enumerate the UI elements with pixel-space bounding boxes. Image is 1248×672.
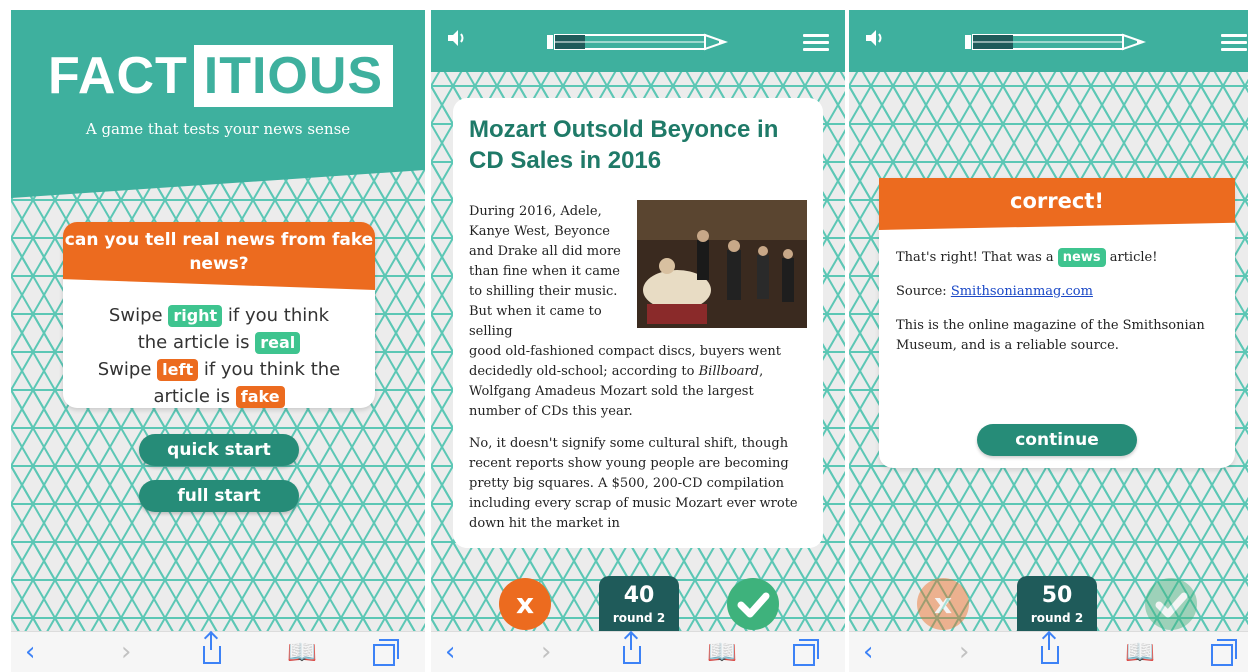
instructions-banner: can you tell real news from fake news?	[63, 222, 375, 290]
article-screen: Mozart Outsold Beyonce in CD Sales in 20…	[431, 10, 845, 672]
browser-toolbar: ‹ › 📖	[849, 631, 1248, 672]
article-is-text: article is	[153, 386, 230, 407]
fake-tag: fake	[235, 386, 285, 408]
bookmarks-icon[interactable]: 📖	[287, 638, 317, 666]
game-topbar	[431, 10, 845, 72]
hamburger-menu-icon[interactable]	[803, 34, 829, 52]
pencil-progress-icon	[547, 33, 729, 51]
source-label: Source:	[896, 284, 947, 299]
logo-text-itious: ITIOUS	[193, 45, 394, 107]
share-icon[interactable]	[203, 634, 221, 664]
instructions-text: Swipe right if you think the article is …	[63, 302, 375, 410]
chevron-left-icon[interactable]: ‹	[445, 638, 455, 666]
chevron-right-icon[interactable]: ›	[541, 638, 551, 666]
result-body: That's right! That was a news article! S…	[896, 248, 1220, 370]
source-description: This is the online magazine of the Smith…	[896, 318, 1205, 353]
bookmarks-icon[interactable]: 📖	[1125, 638, 1155, 666]
chevron-right-icon[interactable]: ›	[121, 638, 131, 666]
instructions-card: can you tell real news from fake news? S…	[63, 222, 375, 408]
share-icon[interactable]	[623, 634, 641, 664]
if-think-the-text: if you think the	[203, 359, 341, 380]
factitious-logo: FACT ITIOUS	[48, 45, 394, 107]
chevron-left-icon[interactable]: ‹	[25, 638, 35, 666]
result-screen: correct! That's right! That was a news a…	[849, 10, 1248, 672]
article-body: During 2016, Adele, Kanye West, Beyonce …	[469, 202, 809, 546]
article-title: Mozart Outsold Beyonce in CD Sales in 20…	[469, 116, 779, 174]
tabs-icon[interactable]	[1211, 638, 1237, 666]
chevron-right-icon[interactable]: ›	[959, 638, 969, 666]
speaker-icon[interactable]	[865, 28, 885, 48]
browser-toolbar: ‹ › 📖	[431, 631, 845, 672]
result-card: correct! That's right! That was a news a…	[879, 178, 1235, 468]
round-label: round 2	[612, 611, 666, 625]
source-link[interactable]: Smithsonianmag.com	[951, 284, 1093, 299]
continue-button[interactable]: continue	[977, 424, 1137, 456]
hamburger-menu-icon[interactable]	[1221, 34, 1247, 52]
tagline: A game that tests your news sense	[85, 120, 351, 138]
article-is-text: the article is	[137, 332, 250, 353]
article-card[interactable]: Mozart Outsold Beyonce in CD Sales in 20…	[453, 98, 823, 548]
score-points: 40	[623, 583, 655, 608]
chevron-left-icon[interactable]: ‹	[863, 638, 873, 666]
share-icon[interactable]	[1041, 634, 1059, 664]
left-tag: left	[157, 359, 199, 381]
accept-real-button[interactable]	[727, 578, 779, 630]
speaker-icon[interactable]	[447, 28, 467, 48]
intro-screen: FACT ITIOUS A game that tests your news …	[11, 10, 425, 672]
swipe-word: Swipe	[97, 359, 152, 380]
game-topbar	[849, 10, 1248, 72]
result-heading: correct!	[879, 178, 1235, 230]
reject-fake-button[interactable]: x	[917, 578, 969, 630]
article-para1-wrap: During 2016, Adele, Kanye West, Beyonce …	[469, 204, 621, 339]
right-tag: right	[168, 305, 223, 327]
result-line1-a: That's right! That was a	[896, 250, 1054, 265]
article-para2: No, it doesn't signify some cultural shi…	[469, 436, 798, 531]
accept-real-button[interactable]	[1145, 578, 1197, 630]
result-line1-b: article!	[1109, 250, 1158, 265]
if-think-text: if you think	[227, 305, 330, 326]
bookmarks-icon[interactable]: 📖	[707, 638, 737, 666]
browser-toolbar: ‹ › 📖	[11, 631, 425, 672]
checkmark-icon	[1155, 592, 1188, 618]
real-tag: real	[255, 332, 301, 354]
logo-text-fact: FACT	[48, 47, 188, 105]
pencil-progress-icon	[965, 33, 1147, 51]
swipe-word: Swipe	[108, 305, 163, 326]
full-start-button[interactable]: full start	[139, 480, 299, 512]
tabs-icon[interactable]	[373, 638, 399, 666]
checkmark-icon	[737, 592, 770, 618]
score-box: 40 round 2	[599, 576, 679, 636]
tabs-icon[interactable]	[793, 638, 819, 666]
score-box: 50 round 2	[1017, 576, 1097, 636]
article-para1-italic: Billboard	[698, 364, 760, 379]
score-points: 50	[1041, 583, 1073, 608]
reject-fake-button[interactable]: x	[499, 578, 551, 630]
quick-start-button[interactable]: quick start	[139, 434, 299, 466]
round-label: round 2	[1030, 611, 1084, 625]
news-tag: news	[1057, 248, 1106, 267]
article-fade	[453, 532, 823, 548]
